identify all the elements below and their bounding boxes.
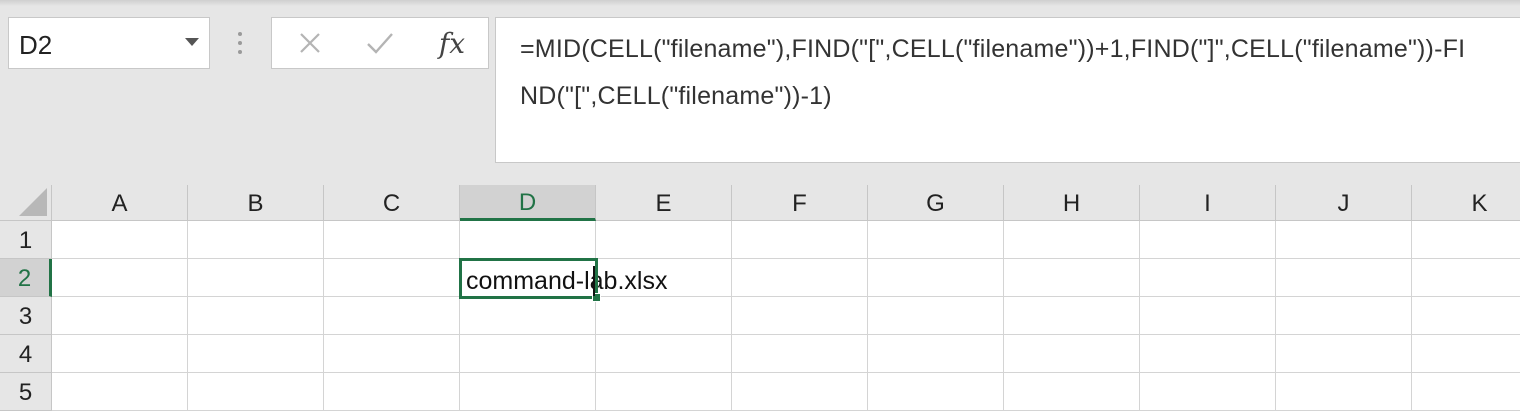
cell-i4[interactable] [1140, 335, 1276, 373]
column-header-e[interactable]: E [596, 185, 732, 221]
cell-j1[interactable] [1276, 221, 1412, 259]
cell-b2[interactable] [188, 259, 324, 297]
column-header-c[interactable]: C [324, 185, 460, 221]
cancel-button[interactable] [280, 18, 340, 68]
cell-a1[interactable] [52, 221, 188, 259]
cell-f5[interactable] [732, 373, 868, 411]
cell-h2[interactable] [1004, 259, 1140, 297]
cell-g2[interactable] [868, 259, 1004, 297]
cell-g1[interactable] [868, 221, 1004, 259]
cell-i1[interactable] [1140, 221, 1276, 259]
cell-j4[interactable] [1276, 335, 1412, 373]
check-icon [367, 33, 393, 54]
cell-a5[interactable] [52, 373, 188, 411]
cell-g5[interactable] [868, 373, 1004, 411]
cell-b1[interactable] [188, 221, 324, 259]
cell-k2[interactable] [1412, 259, 1520, 297]
cell-e4[interactable] [596, 335, 732, 373]
select-all-triangle-icon [19, 188, 47, 216]
cell-d5[interactable] [460, 373, 596, 411]
formula-text: =MID(CELL("filename"),FIND("[",CELL("fil… [520, 35, 1466, 110]
cell-c3[interactable] [324, 297, 460, 335]
close-icon [300, 33, 320, 53]
fx-icon: fx [438, 26, 466, 60]
column-header-b[interactable]: B [188, 185, 324, 221]
grip-icon[interactable] [238, 32, 242, 54]
cell-j3[interactable] [1276, 297, 1412, 335]
cell-k3[interactable] [1412, 297, 1520, 335]
column-header-f[interactable]: F [732, 185, 868, 221]
column-header-i[interactable]: I [1140, 185, 1276, 221]
text-cursor [593, 266, 595, 296]
cell-d4[interactable] [460, 335, 596, 373]
cell-h5[interactable] [1004, 373, 1140, 411]
ribbon-shadow [0, 0, 1520, 6]
row-header-1[interactable]: 1 [0, 221, 52, 259]
column-header-k[interactable]: K [1412, 185, 1520, 221]
cell-h4[interactable] [1004, 335, 1140, 373]
cell-c1[interactable] [324, 221, 460, 259]
cell-k4[interactable] [1412, 335, 1520, 373]
cell-a3[interactable] [52, 297, 188, 335]
active-cell-d2[interactable] [459, 258, 598, 299]
cell-g4[interactable] [868, 335, 1004, 373]
column-header-j[interactable]: J [1276, 185, 1412, 221]
cell-f1[interactable] [732, 221, 868, 259]
cell-i2[interactable] [1140, 259, 1276, 297]
cell-a4[interactable] [52, 335, 188, 373]
cell-h1[interactable] [1004, 221, 1140, 259]
cell-f4[interactable] [732, 335, 868, 373]
cell-g3[interactable] [868, 297, 1004, 335]
name-box[interactable]: D2 [8, 17, 210, 69]
cell-b4[interactable] [188, 335, 324, 373]
cell-c2[interactable] [324, 259, 460, 297]
name-box-value: D2 [19, 30, 53, 60]
cell-f3[interactable] [732, 297, 868, 335]
row-header-3[interactable]: 3 [0, 297, 52, 335]
cell-c4[interactable] [324, 335, 460, 373]
cell-c5[interactable] [324, 373, 460, 411]
row-header-4[interactable]: 4 [0, 335, 52, 373]
column-header-h[interactable]: H [1004, 185, 1140, 221]
column-header-d[interactable]: D [460, 185, 596, 221]
formula-input[interactable]: =MID(CELL("filename"),FIND("[",CELL("fil… [495, 17, 1520, 163]
cell-i5[interactable] [1140, 373, 1276, 411]
chevron-down-icon[interactable] [185, 38, 199, 46]
formula-buttons: fx [271, 17, 489, 69]
cell-f2[interactable] [732, 259, 868, 297]
row-header-2[interactable]: 2 [0, 259, 52, 297]
column-header-a[interactable]: A [52, 185, 188, 221]
cell-i3[interactable] [1140, 297, 1276, 335]
cell-d3[interactable] [460, 297, 596, 335]
cell-d1[interactable] [460, 221, 596, 259]
cell-j2[interactable] [1276, 259, 1412, 297]
cell-e3[interactable] [596, 297, 732, 335]
insert-function-button[interactable]: fx [422, 18, 482, 68]
cell-b5[interactable] [188, 373, 324, 411]
select-all-button[interactable] [0, 185, 52, 221]
formula-bar-area: D2 fx =MID(CELL("filename"),FIND("[",CEL… [0, 0, 1520, 185]
cell-a2[interactable] [52, 259, 188, 297]
cell-j5[interactable] [1276, 373, 1412, 411]
cell-k5[interactable] [1412, 373, 1520, 411]
enter-button[interactable] [350, 18, 410, 68]
cell-e1[interactable] [596, 221, 732, 259]
cell-b3[interactable] [188, 297, 324, 335]
cell-k1[interactable] [1412, 221, 1520, 259]
row-header-5[interactable]: 5 [0, 373, 52, 411]
column-header-g[interactable]: G [868, 185, 1004, 221]
cell-e5[interactable] [596, 373, 732, 411]
cell-h3[interactable] [1004, 297, 1140, 335]
